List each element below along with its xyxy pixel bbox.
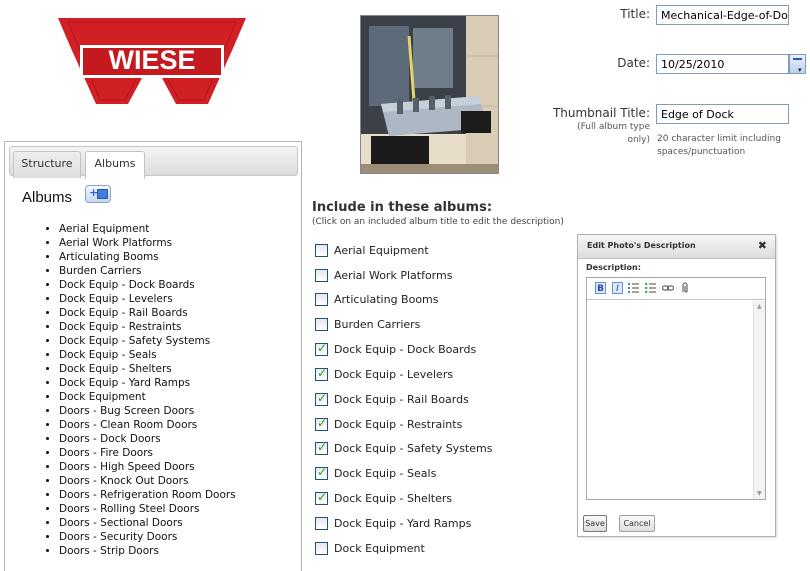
cancel-button[interactable]: Cancel (619, 515, 655, 532)
album-list-item: Doors - Refrigeration Room Doors (59, 488, 236, 502)
include-label[interactable]: Aerial Equipment (334, 244, 429, 257)
include-checkbox[interactable] (315, 391, 328, 406)
include-checkbox[interactable] (315, 293, 328, 306)
include-checkbox[interactable] (315, 269, 328, 282)
include-checkbox[interactable] (315, 366, 328, 381)
album-list-item: Doors - Dock Doors (59, 432, 236, 446)
album-list-item: Dock Equip - Rail Boards (59, 306, 236, 320)
album-list-item: Dock Equip - Shelters (59, 362, 236, 376)
date-input[interactable]: 10/25/2010 (656, 54, 789, 74)
include-checkbox[interactable] (315, 244, 328, 257)
include-label[interactable]: Burden Carriers (334, 318, 420, 331)
include-label[interactable]: Dock Equip - Rail Boards (334, 393, 469, 406)
editor-scrollbar[interactable]: ▲ ▼ (753, 301, 765, 499)
ordered-list-icon[interactable] (628, 282, 639, 294)
include-checkbox[interactable] (315, 542, 328, 555)
attachment-icon[interactable] (679, 282, 690, 294)
calendar-icon[interactable]: ▾ (789, 54, 806, 74)
include-checkbox[interactable] (315, 416, 328, 431)
album-list-item: Dock Equip - Levelers (59, 292, 236, 306)
include-label[interactable]: Dock Equip - Levelers (334, 368, 453, 381)
album-list-item: Dock Equipment (59, 390, 236, 404)
logo-text: WIESE (108, 45, 195, 75)
char-limit-note-2: spaces/punctuation (657, 147, 746, 157)
thumbnail-note-2: only) (627, 135, 650, 145)
album-list-item: Dock Equip - Safety Systems (59, 334, 236, 348)
dialog-title: Edit Photo's Description (587, 241, 696, 250)
include-subtitle: (Click on an included album title to edi… (312, 217, 564, 227)
include-label[interactable]: Dock Equip - Safety Systems (334, 442, 492, 455)
include-checkbox[interactable] (315, 341, 328, 356)
album-panel: Structure Albums Albums + Aerial Equipme… (4, 141, 302, 571)
title-input[interactable]: Mechanical-Edge-of-Dock (656, 5, 789, 25)
date-label: Date: (617, 56, 650, 70)
unordered-list-icon[interactable] (645, 282, 656, 294)
album-list-item: Articulating Booms (59, 250, 236, 264)
album-list: Aerial Equipment Aerial Work Platforms A… (35, 222, 236, 558)
include-label[interactable]: Aerial Work Platforms (334, 269, 452, 282)
tab-albums[interactable]: Albums (85, 151, 145, 179)
tab-bar: Structure Albums (9, 146, 298, 179)
italic-icon[interactable]: I (612, 282, 623, 294)
album-list-item: Doors - High Speed Doors (59, 460, 236, 474)
link-icon[interactable] (661, 282, 675, 294)
include-label[interactable]: Dock Equip - Dock Boards (334, 343, 476, 356)
album-list-item: Doors - Strip Doors (59, 544, 236, 558)
album-list-item: Dock Equip - Seals (59, 348, 236, 362)
include-label[interactable]: Dock Equipment (334, 542, 425, 555)
album-list-item: Aerial Work Platforms (59, 236, 236, 250)
thumbnail-title-label: Thumbnail Title: (552, 106, 650, 120)
edit-description-dialog: Edit Photo's Description ✖ Description: … (577, 234, 776, 537)
include-label[interactable]: Dock Equip - Seals (334, 467, 436, 480)
thumbnail-title-input[interactable]: Edge of Dock (656, 104, 789, 124)
wiese-logo: WIESE (58, 18, 246, 104)
dialog-header[interactable]: Edit Photo's Description ✖ (578, 235, 775, 259)
close-icon[interactable]: ✖ (758, 239, 767, 252)
album-list-item: Doors - Bug Screen Doors (59, 404, 236, 418)
add-album-button[interactable]: + (85, 185, 111, 203)
editor-toolbar: B I (587, 278, 765, 300)
album-list-item: Burden Carriers (59, 264, 236, 278)
include-label[interactable]: Articulating Booms (334, 293, 439, 306)
album-list-item: Doors - Knock Out Doors (59, 474, 236, 488)
album-list-item: Doors - Clean Room Doors (59, 418, 236, 432)
album-list-item: Doors - Fire Doors (59, 446, 236, 460)
include-checkbox[interactable] (315, 465, 328, 480)
photo-thumbnail (360, 15, 499, 174)
bold-icon[interactable]: B (595, 282, 606, 294)
description-label: Description: (586, 263, 641, 272)
save-button[interactable]: Save (583, 515, 607, 532)
include-checkbox[interactable] (315, 318, 328, 331)
include-label[interactable]: Dock Equip - Yard Ramps (334, 517, 471, 530)
album-list-item: Dock Equip - Dock Boards (59, 278, 236, 292)
include-label[interactable]: Dock Equip - Shelters (334, 492, 452, 505)
album-list-item: Dock Equip - Restraints (59, 320, 236, 334)
album-list-item: Aerial Equipment (59, 222, 236, 236)
tab-structure[interactable]: Structure (13, 151, 81, 178)
include-checkbox[interactable] (315, 440, 328, 455)
include-label[interactable]: Dock Equip - Restraints (334, 418, 462, 431)
include-checkbox[interactable] (315, 490, 328, 505)
album-list-item: Doors - Rolling Steel Doors (59, 502, 236, 516)
album-list-item: Doors - Security Doors (59, 530, 236, 544)
title-label: Title: (620, 7, 650, 21)
include-title: Include in these albums: (312, 200, 493, 215)
album-list-item: Doors - Sectional Doors (59, 516, 236, 530)
album-list-item: Dock Equip - Yard Ramps (59, 376, 236, 390)
albums-heading: Albums (22, 189, 73, 206)
char-limit-note-1: 20 character limit including (657, 134, 781, 144)
include-checkbox[interactable] (315, 517, 328, 530)
thumbnail-note-1: (Full album type (577, 122, 650, 132)
album-icon (97, 189, 108, 199)
description-editor[interactable]: B I ▲ ▼ (586, 277, 766, 500)
